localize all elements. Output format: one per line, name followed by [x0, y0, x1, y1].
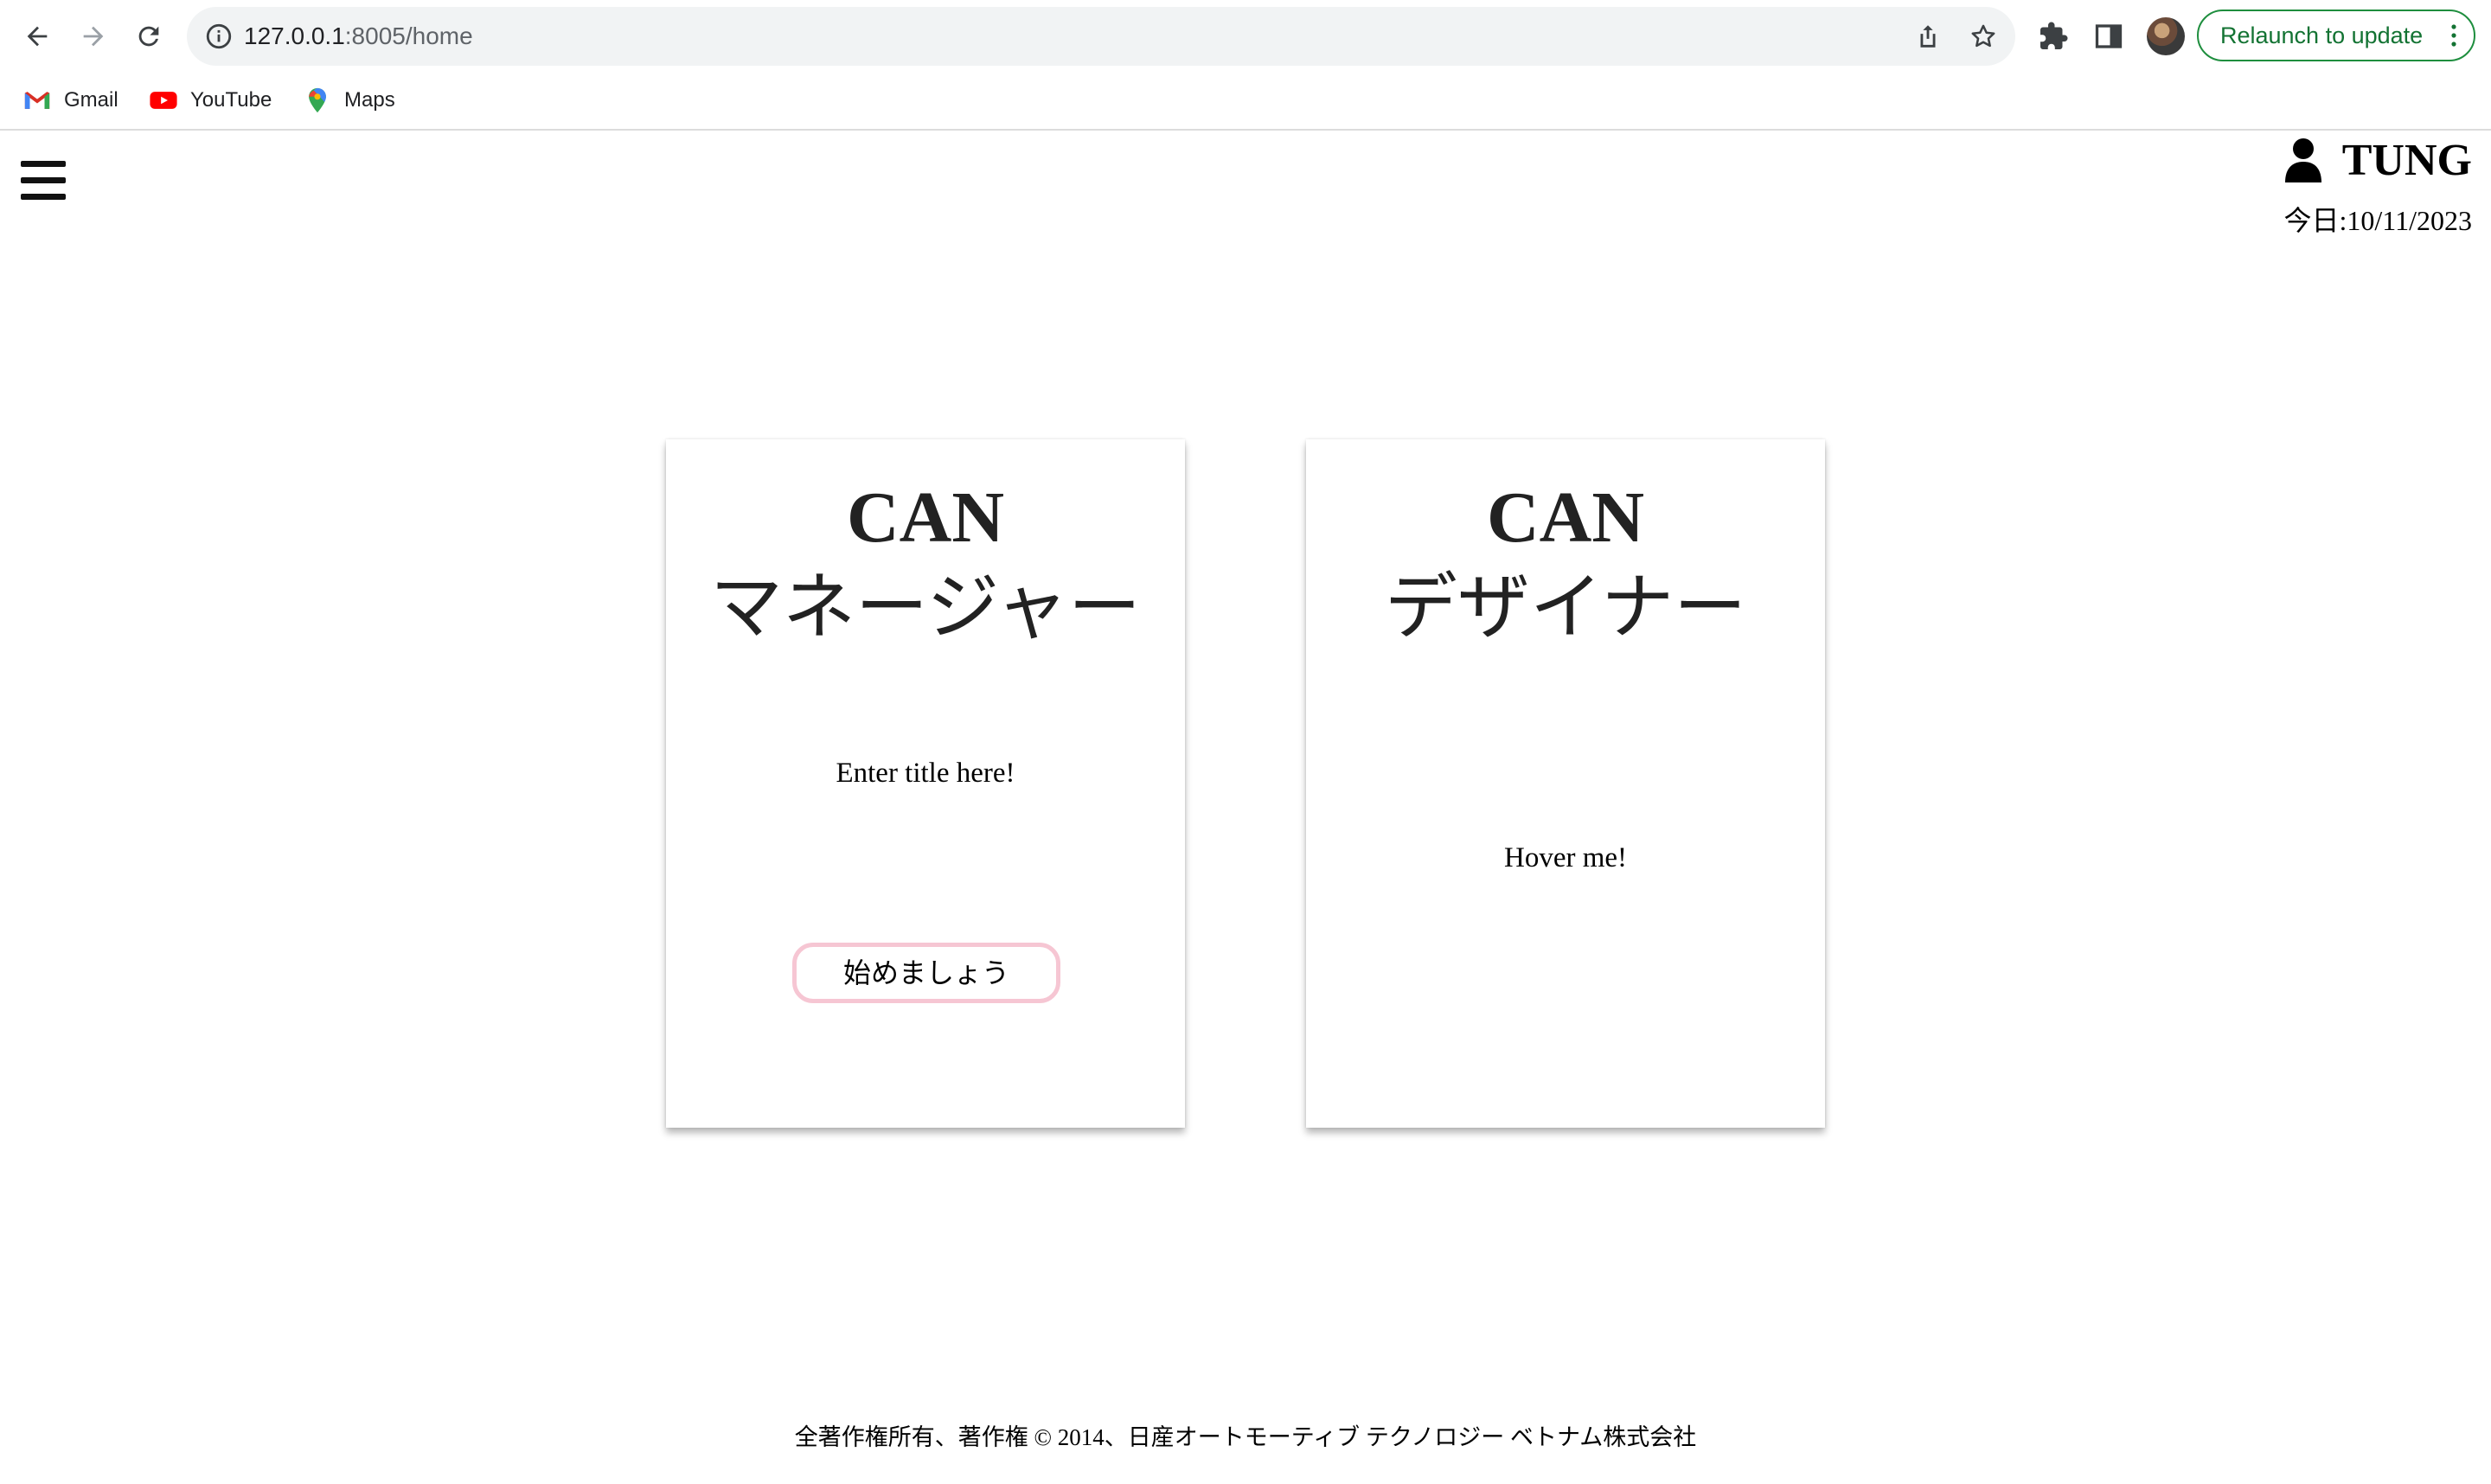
- start-button[interactable]: 始めましょう: [792, 943, 1060, 1003]
- card-title-jp: マネージャー: [709, 568, 1142, 649]
- address-bar[interactable]: 127.0.0.1:8005/home: [187, 7, 2015, 66]
- maps-icon: [309, 87, 326, 113]
- card-hover-text: Hover me!: [1503, 842, 1628, 873]
- browser-chrome: 127.0.0.1:8005/home Relaunch to update G…: [0, 0, 2491, 131]
- today-date: 今日:10/11/2023: [2283, 205, 2473, 236]
- card-can-designer[interactable]: CAN デザイナー Hover me!: [1306, 439, 1825, 1128]
- arrow-right-icon: [83, 26, 104, 47]
- user-icon: [2284, 138, 2321, 182]
- gmail-icon: [24, 92, 50, 109]
- youtube-icon: [150, 92, 177, 109]
- card-title-en: CAN: [847, 477, 1004, 558]
- footer-copyright: 全著作権所有、著作権 © 2014、日産オートモーティブ テクノロジー ベトナム…: [794, 1424, 1697, 1450]
- bookmark-gmail[interactable]: Gmail: [22, 76, 118, 125]
- card-can-manager[interactable]: CAN マネージャー Enter title here! 始めましょう: [666, 439, 1185, 1128]
- profile-avatar[interactable]: [2147, 17, 2185, 55]
- share-icon[interactable]: [1913, 22, 1943, 51]
- bookmark-label: Maps: [344, 88, 395, 112]
- reload-icon: [138, 26, 159, 47]
- bookmark-maps[interactable]: Maps: [303, 76, 395, 125]
- card-title-en: CAN: [1487, 477, 1644, 558]
- extensions-puzzle-icon[interactable]: [2038, 21, 2069, 52]
- hamburger-menu-icon[interactable]: [21, 161, 66, 201]
- card-title: CAN デザイナー: [1306, 470, 1825, 652]
- user-name: TUNG: [2341, 135, 2472, 185]
- browser-toolbar: 127.0.0.1:8005/home Relaunch to update: [0, 0, 2491, 73]
- site-info-icon[interactable]: [204, 22, 234, 51]
- url-text: 127.0.0.1:8005/home: [244, 7, 473, 66]
- url-path: :8005/home: [344, 22, 473, 49]
- bookmarks-bar: Gmail YouTube Maps: [0, 76, 2491, 125]
- user-info: TUNG 今日:10/11/2023: [2283, 133, 2473, 239]
- bookmark-label: Gmail: [64, 88, 118, 112]
- card-title-jp: デザイナー: [1384, 568, 1747, 649]
- side-panel-icon[interactable]: [2093, 21, 2124, 52]
- url-host: 127.0.0.1: [244, 22, 345, 49]
- relaunch-to-update-button[interactable]: Relaunch to update: [2197, 10, 2475, 61]
- bookmark-youtube[interactable]: YouTube: [149, 76, 272, 125]
- bookmark-label: YouTube: [190, 88, 272, 112]
- reload-button[interactable]: [128, 16, 170, 57]
- bookmark-star-icon[interactable]: [1969, 22, 1998, 51]
- user-row[interactable]: TUNG: [2283, 133, 2472, 187]
- card-subtitle: Enter title here!: [836, 758, 1015, 789]
- arrow-left-icon: [27, 26, 48, 47]
- forward-button[interactable]: [73, 16, 114, 57]
- more-options-icon: [2451, 24, 2456, 47]
- relaunch-label: Relaunch to update: [2220, 22, 2424, 48]
- back-button[interactable]: [16, 16, 58, 57]
- card-title: CAN マネージャー: [666, 470, 1185, 652]
